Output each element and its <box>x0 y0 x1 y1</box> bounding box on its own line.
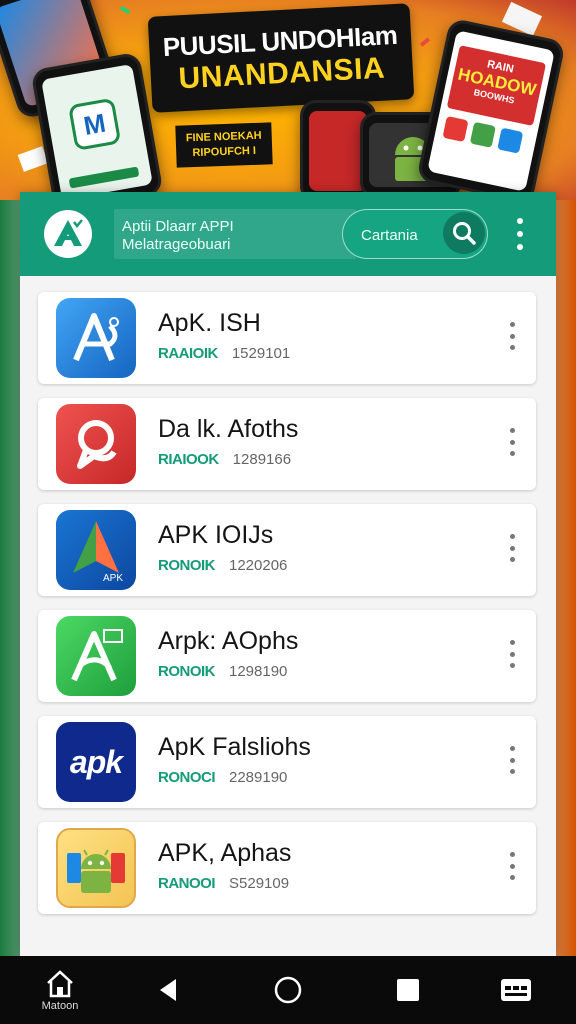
app-options-button[interactable] <box>506 534 518 562</box>
apk-triangle-icon: APK <box>56 510 136 590</box>
app-list-item[interactable]: ApK. ISH RAAIOIK 1529101 <box>38 292 536 384</box>
app-title: Arpk: AOphs <box>158 627 299 655</box>
app-options-button[interactable] <box>506 852 518 880</box>
home-button[interactable] <box>266 956 310 1024</box>
search-button[interactable] <box>443 212 485 254</box>
promo-tag: FINE NOEKAH RIPOUFCH I <box>175 122 273 168</box>
app-downloads: 1298190 <box>229 663 288 680</box>
overflow-menu-button[interactable] <box>506 218 534 250</box>
promo-banner[interactable]: M PUUSIL UNDOHIam UNANDANSIA FINE NOEKAH… <box>0 0 576 200</box>
app-downloads: 1220206 <box>229 557 288 574</box>
search-bar[interactable] <box>342 209 488 259</box>
store-brand: Aptii Dlaarr APPI Melatrageobuari <box>114 209 356 259</box>
apk-wordmark: apk <box>69 743 123 780</box>
red-loop-icon <box>56 404 136 484</box>
back-button[interactable] <box>146 956 190 1024</box>
app-title: APK, Aphas <box>158 839 292 867</box>
back-triangle-icon <box>160 979 176 1001</box>
apk-a-green-icon <box>56 616 136 696</box>
app-title: ApK. ISH <box>158 309 261 337</box>
svg-text:APK: APK <box>103 573 123 584</box>
confetti <box>419 37 431 47</box>
app-meta: RONOCI 2289190 <box>158 769 287 786</box>
app-options-button[interactable] <box>506 746 518 774</box>
search-icon <box>453 222 476 245</box>
apk-wordmark-icon: apk <box>56 722 136 802</box>
app-downloads: 2289190 <box>229 769 288 786</box>
app-title: Da lk. Afoths <box>158 415 299 443</box>
app-badge: RANOOI <box>158 875 216 892</box>
store-logo[interactable] <box>44 210 92 258</box>
promo-phone-right: RAIN HOADOW BOOWHS <box>416 17 566 200</box>
promo-headline: PUUSIL UNDOHIam UNANDANSIA <box>147 3 415 113</box>
app-badge: RONOIK <box>158 557 216 574</box>
app-bar: Aptii Dlaarr APPI Melatrageobuari <box>20 192 556 276</box>
keyboard-icon <box>501 979 531 1001</box>
store-brand-line2: Melatrageobuari <box>122 236 231 253</box>
app-badge: RONOIK <box>158 663 216 680</box>
store-brand-line1: Aptii Dlaarr APPI <box>122 218 234 235</box>
search-input[interactable] <box>359 223 441 247</box>
app-badge: RIAIOOK <box>158 451 219 468</box>
app-store-panel: Aptii Dlaarr APPI Melatrageobuari Cartan… <box>20 192 556 956</box>
app-title: APK IOIJs <box>158 521 274 549</box>
app-meta: RIAIOOK 1289166 <box>158 451 291 468</box>
app-list-item[interactable]: apk ApK Falsliohs RONOCI 2289190 <box>38 716 536 808</box>
recents-button[interactable] <box>386 956 430 1024</box>
keyboard-switch-button[interactable] <box>494 956 538 1024</box>
home-icon <box>47 969 73 997</box>
menu-dot <box>517 218 523 224</box>
home-tab-label: Matoon <box>41 999 79 1012</box>
app-title: ApK Falsliohs <box>158 733 311 761</box>
apk-a-blue-icon <box>56 298 136 378</box>
app-badge: RONOCI <box>158 769 216 786</box>
app-list-item[interactable]: APK, Aphas RANOOI S529109 <box>38 822 536 914</box>
app-downloads: S529109 <box>229 875 290 892</box>
app-list: ApK. ISH RAAIOIK 1529101 Da lk. Afoths RI… <box>38 292 536 928</box>
app-badge: RAAIOIK <box>158 345 218 362</box>
app-list-item[interactable]: Da lk. Afoths RIAIOOK 1289166 <box>38 398 536 490</box>
store-logo-icon <box>54 219 83 246</box>
home-circle-icon <box>274 976 302 1004</box>
menu-dot <box>517 231 523 237</box>
home-tab-button[interactable]: Matoon <box>30 956 90 1024</box>
app-options-button[interactable] <box>506 640 518 668</box>
android-robot-icon <box>56 828 136 908</box>
app-meta: RAAIOIK 1529101 <box>158 345 290 362</box>
menu-dot <box>517 244 523 250</box>
system-nav-bar: Matoon <box>0 956 576 1024</box>
app-meta: RONOIK 1298190 <box>158 663 287 680</box>
app-downloads: 1529101 <box>231 345 291 362</box>
promo-phone-left: M <box>30 51 164 200</box>
app-options-button[interactable] <box>506 428 518 456</box>
confetti <box>119 5 131 15</box>
recents-square-icon <box>397 979 419 1001</box>
app-list-item[interactable]: Arpk: AOphs RONOIK 1298190 <box>38 610 536 702</box>
app-meta: RONOIK 1220206 <box>158 557 287 574</box>
app-meta: RANOOI S529109 <box>158 875 289 892</box>
app-list-item[interactable]: APK APK IOIJs RONOIK 1220206 <box>38 504 536 596</box>
app-downloads: 1289166 <box>232 451 292 468</box>
app-options-button[interactable] <box>506 322 518 350</box>
